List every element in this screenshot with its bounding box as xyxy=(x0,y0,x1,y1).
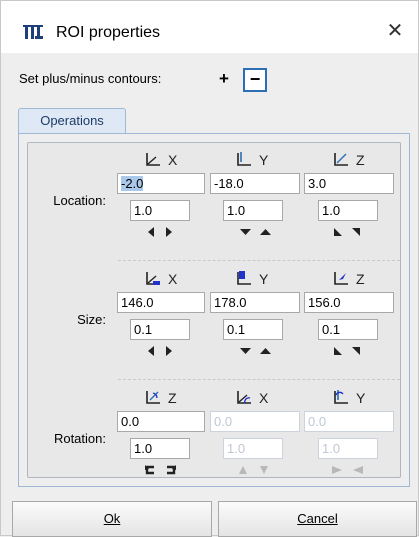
size-y-header: Y xyxy=(236,270,296,288)
size-z-header: Z xyxy=(333,270,393,288)
size-y-axis-label: Y xyxy=(259,271,269,287)
location-y-field[interactable]: -18.0 xyxy=(210,173,300,194)
arrow-right-icon[interactable] xyxy=(165,227,173,237)
rotate-x-icon xyxy=(237,391,251,404)
roi-properties-dialog: ROI properties ✕ Set plus/minus contours… xyxy=(0,0,419,537)
location-y-step-field[interactable]: 1.0 xyxy=(223,200,283,221)
operations-inner-panel: Location: X Y Z -2.0 -18.0 3.0 1.0 1.0 1… xyxy=(27,142,401,478)
location-z-header: Z xyxy=(333,151,393,169)
window-title: ROI properties xyxy=(56,24,161,41)
rotation-z-arrows xyxy=(143,464,183,478)
arrow-up-icon[interactable] xyxy=(260,347,271,355)
location-x-field[interactable]: -2.0 xyxy=(117,173,205,194)
size-separator xyxy=(118,379,400,380)
size-y-field[interactable]: 178.0 xyxy=(210,292,300,313)
location-z-step-field[interactable]: 1.0 xyxy=(318,200,378,221)
ok-button-label: Ok xyxy=(103,511,121,526)
arrow-diag-back-icon[interactable] xyxy=(333,227,343,237)
location-x-step-field[interactable]: 1.0 xyxy=(130,200,190,221)
rotation-y-arrows xyxy=(331,464,371,478)
size-x-step-field[interactable]: 0.1 xyxy=(130,319,190,340)
title-bar: ROI properties ✕ xyxy=(1,1,418,53)
rotation-y-step-field: 1.0 xyxy=(318,438,378,459)
operations-panel: Location: X Y Z -2.0 -18.0 3.0 1.0 1.0 1… xyxy=(18,133,410,487)
arrow-down-icon[interactable] xyxy=(240,228,251,236)
location-x-header: X xyxy=(145,151,205,169)
rotate-back-disabled-icon xyxy=(239,466,247,474)
close-icon[interactable]: ✕ xyxy=(383,19,407,43)
plus-contour-button[interactable]: + xyxy=(214,68,234,90)
rotate-back-disabled-icon xyxy=(332,466,342,474)
rotation-z-axis-label: Z xyxy=(168,390,177,406)
location-label: Location: xyxy=(53,193,106,208)
size-x-arrows xyxy=(147,346,187,360)
size-z-step-field[interactable]: 0.1 xyxy=(318,319,378,340)
rotation-x-step-field: 1.0 xyxy=(223,438,283,459)
size-z-icon xyxy=(334,272,348,285)
ok-button[interactable]: Ok xyxy=(12,501,212,537)
rotation-label: Rotation: xyxy=(53,431,106,446)
size-x-icon xyxy=(146,272,160,285)
rotation-x-arrows xyxy=(237,464,277,478)
arrow-diag-back-icon[interactable] xyxy=(333,346,343,356)
location-z-field[interactable]: 3.0 xyxy=(304,173,394,194)
location-y-axis-label: Y xyxy=(259,152,269,168)
rotation-z-field[interactable]: 0.0 xyxy=(117,411,205,432)
location-z-arrows xyxy=(333,227,373,241)
location-x-arrows xyxy=(147,227,187,241)
location-x-axis-label: X xyxy=(168,152,178,168)
axis-y-icon xyxy=(237,152,251,166)
location-x-value: -2.0 xyxy=(121,176,144,191)
arrow-left-icon[interactable] xyxy=(147,227,155,237)
rotation-x-field: 0.0 xyxy=(210,411,300,432)
location-y-arrows xyxy=(240,228,280,242)
rotation-x-header: X xyxy=(236,389,296,407)
size-x-axis-label: X xyxy=(168,271,178,287)
size-z-arrows xyxy=(333,346,373,360)
rotate-forward-disabled-icon xyxy=(353,466,363,474)
size-y-icon xyxy=(237,271,251,285)
location-y-header: Y xyxy=(236,151,296,169)
size-y-arrows xyxy=(240,347,280,361)
location-z-axis-label: Z xyxy=(356,152,365,168)
size-z-axis-label: Z xyxy=(356,271,365,287)
size-x-field[interactable]: 146.0 xyxy=(117,292,205,313)
arrow-down-icon[interactable] xyxy=(240,347,251,355)
contour-label: Set plus/minus contours: xyxy=(19,71,162,86)
rotate-z-icon xyxy=(146,391,160,404)
rotation-y-field: 0.0 xyxy=(304,411,394,432)
arrow-diag-forward-icon[interactable] xyxy=(351,227,361,237)
arrow-diag-forward-icon[interactable] xyxy=(351,346,361,356)
size-z-field[interactable]: 156.0 xyxy=(304,292,394,313)
rotation-x-axis-label: X xyxy=(259,390,269,406)
rotation-z-header: Z xyxy=(145,389,205,407)
rotate-cw-icon[interactable] xyxy=(165,464,178,476)
minus-contour-button[interactable]: − xyxy=(243,68,267,92)
rotate-forward-disabled-icon xyxy=(260,466,268,474)
arrow-left-icon[interactable] xyxy=(147,346,155,356)
axis-z-icon xyxy=(334,153,348,166)
rotation-z-step-field[interactable]: 1.0 xyxy=(130,438,190,459)
location-separator xyxy=(118,260,400,261)
rotate-y-icon xyxy=(334,390,348,404)
size-y-step-field[interactable]: 0.1 xyxy=(223,319,283,340)
size-x-header: X xyxy=(145,270,205,288)
size-label: Size: xyxy=(77,312,106,327)
rotation-y-header: Y xyxy=(333,389,393,407)
rotation-y-axis-label: Y xyxy=(356,390,366,406)
tab-operations[interactable]: Operations xyxy=(18,108,126,134)
app-logo-icon xyxy=(23,25,43,39)
cancel-button-label: Cancel xyxy=(297,511,338,526)
rotate-ccw-icon[interactable] xyxy=(143,464,156,476)
axis-x-icon xyxy=(146,153,160,166)
cancel-button[interactable]: Cancel xyxy=(218,501,417,537)
arrow-right-icon[interactable] xyxy=(165,346,173,356)
arrow-up-icon[interactable] xyxy=(260,228,271,236)
